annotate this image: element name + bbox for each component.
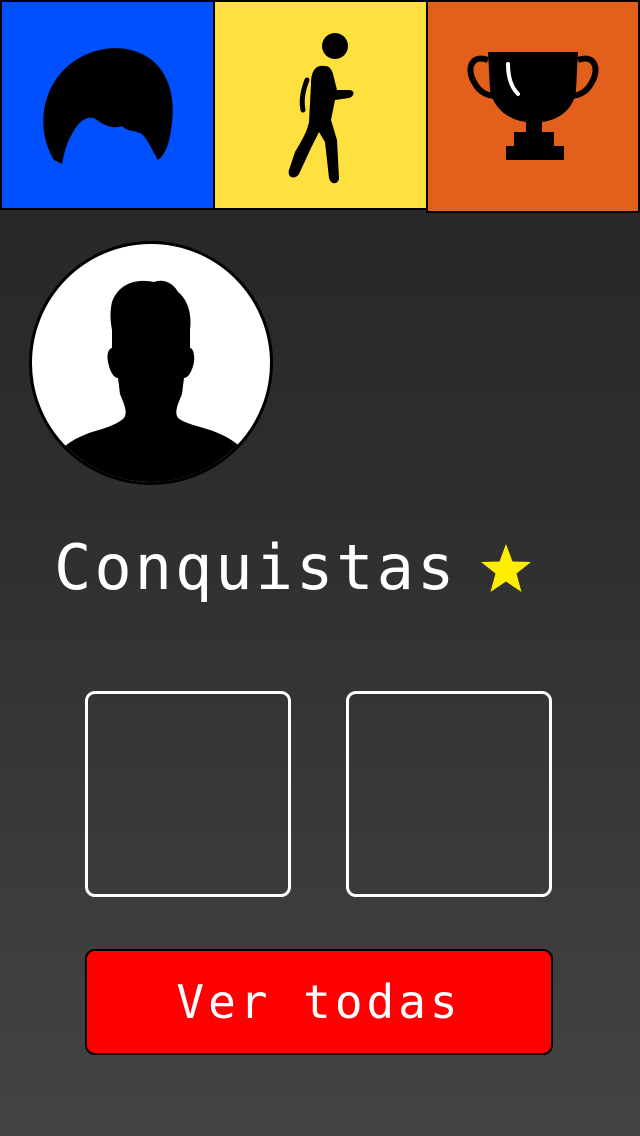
hair-icon	[43, 48, 173, 164]
tab-hair[interactable]	[0, 0, 215, 210]
star-icon	[481, 544, 532, 592]
achievement-slot[interactable]	[346, 691, 552, 897]
tab-walk[interactable]	[213, 0, 428, 210]
top-tab-bar	[0, 0, 640, 214]
walking-person-icon	[288, 33, 354, 184]
achievement-slot[interactable]	[85, 691, 291, 897]
achievements-header: Conquistas	[54, 528, 533, 608]
trophy-icon	[467, 52, 599, 160]
achievements-title: Conquistas	[54, 531, 458, 604]
tab-trophy[interactable]	[426, 0, 640, 213]
view-all-button[interactable]: Ver todas	[85, 949, 553, 1055]
user-silhouette-icon	[42, 280, 262, 482]
profile-avatar[interactable]	[29, 241, 273, 485]
